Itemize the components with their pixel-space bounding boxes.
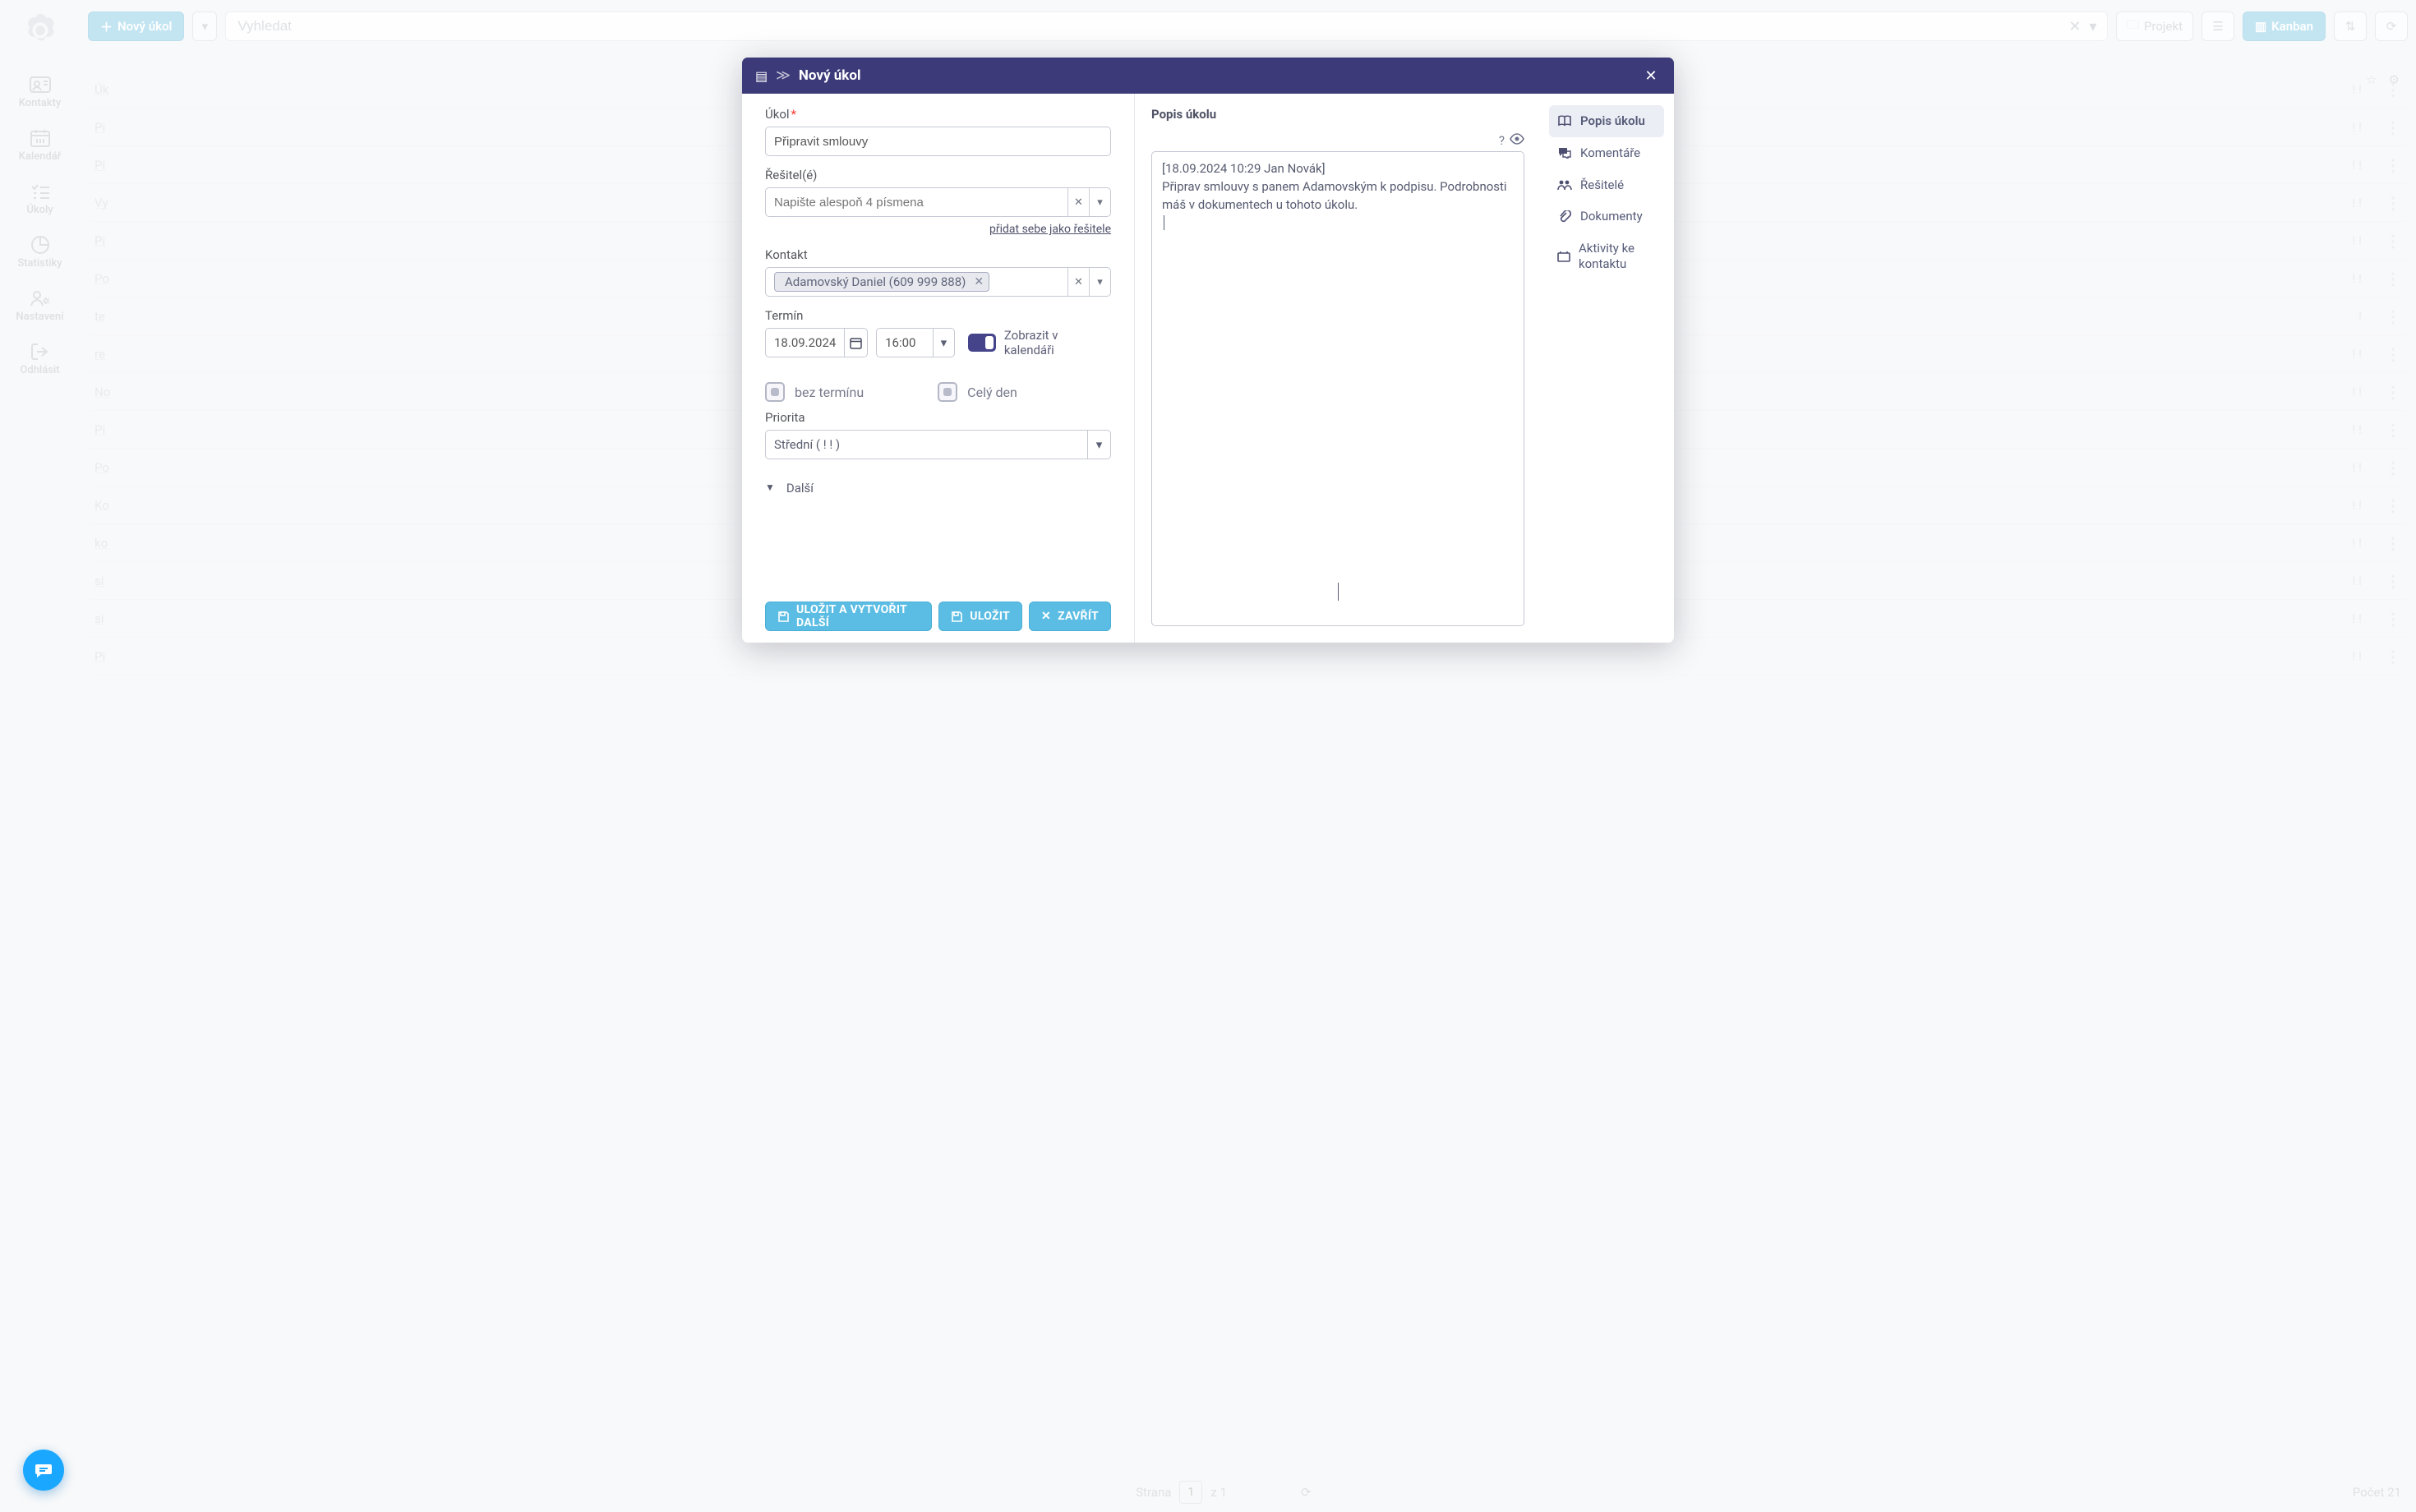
show-in-calendar-switch[interactable] <box>968 334 996 352</box>
contact-label: Kontakt <box>765 247 1111 262</box>
assignees-label: Řešitel(é) <box>765 168 1111 182</box>
task-label: Úkol* <box>765 107 1111 122</box>
priority-select[interactable]: Střední ( ! ! ) ▾ <box>765 430 1111 459</box>
add-self-link[interactable]: přidat sebe jako řešitele <box>765 223 1111 236</box>
tab-řešitelé[interactable]: Řešitelé <box>1549 169 1664 201</box>
activity-icon <box>1557 251 1570 262</box>
book-icon <box>1557 115 1572 127</box>
close-icon: ✕ <box>1644 67 1657 85</box>
description-meta: [18.09.2024 10:29 Jan Novák] <box>1162 160 1514 178</box>
no-deadline-label: bez termínu <box>795 385 864 400</box>
clip-icon <box>1557 210 1572 224</box>
task-name-input[interactable] <box>765 127 1111 156</box>
save-and-create-next-button[interactable]: ULOŽIT A VYTVOŘIT DALŠÍ <box>765 602 932 631</box>
show-in-calendar-label: Zobrazit v kalendáři <box>1004 328 1111 357</box>
i-beam-cursor <box>1338 583 1339 601</box>
save-icon <box>777 611 790 623</box>
form-column: Úkol* Řešitel(é) ✕ ▾ přidat se <box>742 94 1135 643</box>
all-day-label: Celý den <box>967 385 1017 400</box>
chat-fab-button[interactable] <box>23 1450 64 1491</box>
chip-remove[interactable]: ✕ <box>974 275 984 288</box>
tab-komentáře[interactable]: Komentáře <box>1549 137 1664 169</box>
description-title: Popis úkolu <box>1151 107 1524 122</box>
close-icon: ✕ <box>1041 610 1051 623</box>
modal-title: Nový úkol <box>799 67 861 84</box>
tab-dokumenty[interactable]: Dokumenty <box>1549 201 1664 233</box>
priority-label: Priorita <box>765 410 1111 425</box>
deadline-label: Termín <box>765 308 1111 323</box>
calendar-picker-icon[interactable] <box>844 329 867 357</box>
modal-header: ▤ ≫ Nový úkol ✕ <box>742 58 1674 94</box>
chevron-down-icon[interactable]: ▾ <box>1087 431 1110 459</box>
chevron-down-icon[interactable]: ▾ <box>1089 188 1110 216</box>
grid-icon: ▤ <box>755 68 768 84</box>
description-textarea[interactable]: [18.09.2024 10:29 Jan Novák] Připrav sml… <box>1151 151 1524 626</box>
all-day-checkbox[interactable] <box>938 382 957 402</box>
chevron-right-icon: ≫ <box>776 67 791 84</box>
modal-overlay: ▤ ≫ Nový úkol ✕ Úkol* <box>0 0 2416 1512</box>
assignees-clear[interactable]: ✕ <box>1067 188 1089 216</box>
deadline-time-select[interactable]: 16:00 ▾ <box>876 328 955 357</box>
description-text: Připrav smlouvy s panem Adamovským k pod… <box>1162 178 1514 214</box>
save-button[interactable]: ULOŽIT <box>938 602 1022 631</box>
contact-combo[interactable]: Adamovský Daniel (609 999 888) ✕ ✕ ▾ <box>765 267 1111 297</box>
chat-icon <box>34 1461 53 1479</box>
comments-icon <box>1557 147 1572 159</box>
chevron-down-icon[interactable]: ▾ <box>1089 268 1110 296</box>
help-icon[interactable]: ? <box>1499 133 1505 148</box>
assignees-combo[interactable]: ✕ ▾ <box>765 187 1111 217</box>
more-toggle[interactable]: ▼ Další <box>765 481 1111 496</box>
people-icon <box>1557 179 1572 191</box>
caret-down-icon: ▼ <box>765 482 775 493</box>
save-icon <box>951 611 963 623</box>
chevron-down-icon[interactable]: ▾ <box>933 329 954 357</box>
deadline-date-input[interactable]: 18.09.2024 <box>765 328 868 357</box>
preview-icon[interactable] <box>1510 133 1524 148</box>
new-task-modal: ▤ ≫ Nový úkol ✕ Úkol* <box>742 58 1674 643</box>
modal-close-button[interactable]: ✕ <box>1641 66 1661 85</box>
close-button[interactable]: ✕ ZAVŘÍT <box>1029 602 1111 631</box>
tab-aktivity-ke-kontaktu[interactable]: Aktivity ke kontaktu <box>1549 233 1664 280</box>
detail-tabs: Popis úkoluKomentářeŘešiteléDokumentyAkt… <box>1542 94 1674 643</box>
contact-chip: Adamovský Daniel (609 999 888) ✕ <box>774 272 989 292</box>
contact-clear[interactable]: ✕ <box>1067 268 1089 296</box>
tab-popis-úkolu[interactable]: Popis úkolu <box>1549 105 1664 137</box>
description-column: Popis úkolu ? [18.09.2024 10:29 Jan Nová… <box>1135 94 1542 643</box>
no-deadline-checkbox[interactable] <box>765 382 785 402</box>
